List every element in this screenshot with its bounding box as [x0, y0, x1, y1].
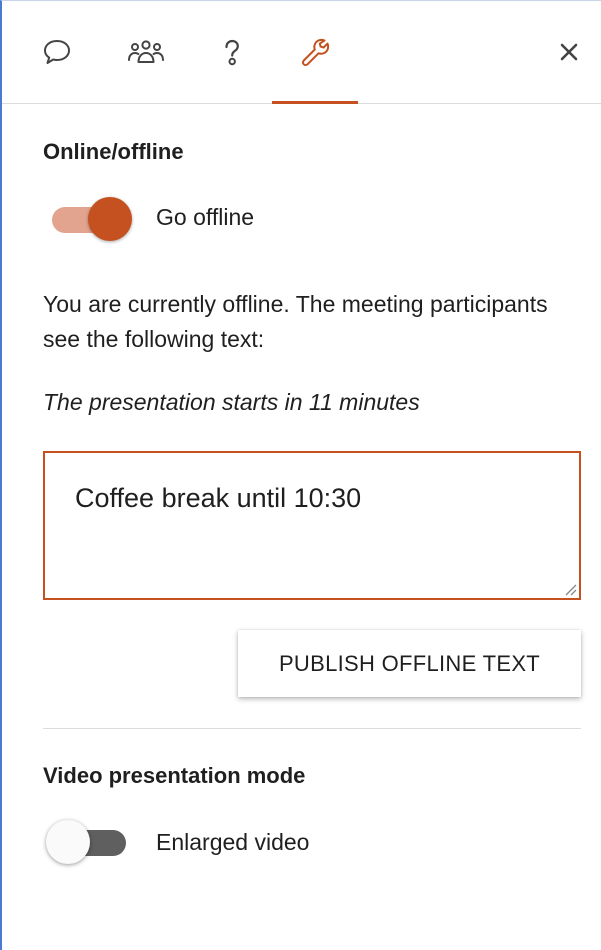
online-offline-heading: Online/offline — [43, 139, 184, 164]
wrench-icon — [301, 38, 330, 67]
tab-help[interactable] — [197, 1, 267, 103]
close-icon — [560, 43, 578, 61]
offline-text-input[interactable] — [45, 453, 579, 598]
go-offline-label: Go offline — [156, 204, 255, 230]
tab-participants[interactable] — [110, 1, 182, 103]
toggle-knob — [46, 820, 90, 864]
tab-settings[interactable] — [272, 1, 358, 104]
enlarged-video-toggle[interactable] — [46, 817, 134, 867]
active-tab-indicator — [272, 101, 358, 104]
offline-text-field-wrapper — [43, 451, 581, 600]
video-presentation-heading: Video presentation mode — [43, 763, 306, 788]
offline-status-text: You are currently offline. The meeting p… — [43, 291, 548, 352]
settings-panel: Online/offline Go offline You are curren… — [0, 0, 601, 950]
tab-bar — [2, 1, 601, 104]
close-button[interactable] — [551, 34, 587, 70]
go-offline-toggle[interactable] — [46, 194, 134, 244]
chat-icon — [44, 40, 70, 64]
current-offline-text: The presentation starts in 11 minutes — [43, 389, 420, 415]
toggle-knob — [88, 197, 132, 241]
section-divider — [43, 728, 581, 729]
enlarged-video-label: Enlarged video — [156, 829, 310, 855]
publish-offline-text-button[interactable]: PUBLISH OFFLINE TEXT — [238, 630, 581, 697]
help-icon — [225, 39, 239, 66]
tab-chat[interactable] — [22, 1, 92, 103]
resize-grip-icon[interactable] — [563, 582, 577, 596]
participants-icon — [128, 40, 164, 63]
